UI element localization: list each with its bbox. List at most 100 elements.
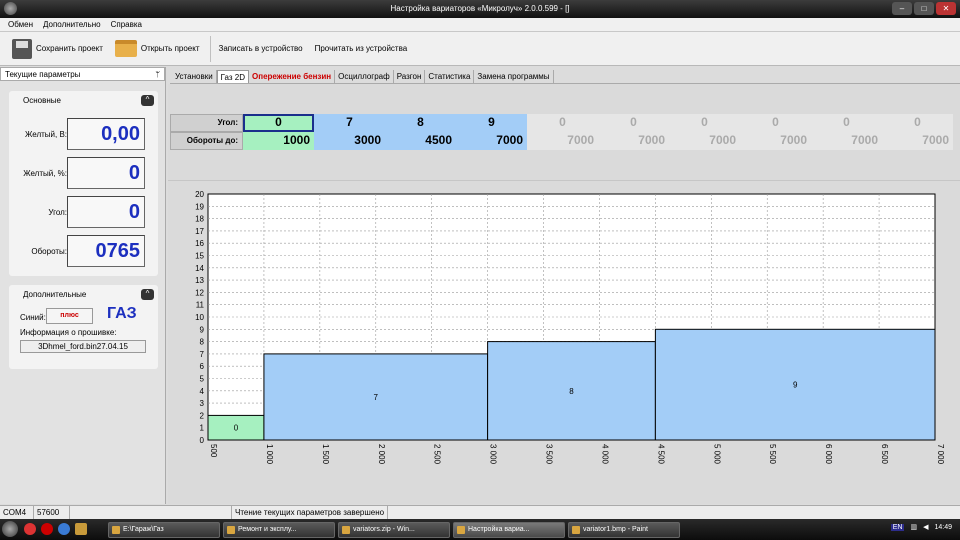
y-tick-label: 20 <box>195 190 204 199</box>
toolbar-divider <box>209 35 211 62</box>
toolbar: Сохранить проект Открыть проект Записать… <box>0 32 960 66</box>
collapse-extra-button[interactable]: ^ <box>141 288 154 300</box>
taskbar: E:\Гараж\Газ Ремонт и эксплу... variator… <box>0 519 960 540</box>
read-device-label: Прочитать из устройства <box>314 44 408 53</box>
tab-gas-2d[interactable]: Газ 2D <box>216 70 250 83</box>
rpm-cell[interactable]: 3000 <box>314 132 385 150</box>
tab-statistics[interactable]: Статистика <box>425 70 475 83</box>
y-tick-label: 9 <box>200 325 205 334</box>
x-tick-label: 2 000 <box>377 444 386 465</box>
tab-oscilloscope[interactable]: Осциллограф <box>335 70 394 83</box>
angle-cell[interactable]: 0 <box>527 114 598 132</box>
angle-cell[interactable]: 0 <box>882 114 953 132</box>
tab-replace-program[interactable]: Замена программы <box>474 70 554 83</box>
x-tick-label: 4 500 <box>656 444 665 465</box>
rpm-cell[interactable]: 7000 <box>527 132 598 150</box>
status-baud: 57600 <box>34 506 70 519</box>
firmware-field: 3Dhmel_ford.bin27.04.15 <box>20 340 146 353</box>
taskbar-item-browser[interactable]: Ремонт и эксплу... <box>223 522 335 538</box>
y-tick-label: 16 <box>195 239 204 248</box>
taskbar-item-explorer[interactable]: E:\Гараж\Газ <box>108 522 220 538</box>
rpm-cell[interactable]: 7000 <box>882 132 953 150</box>
x-tick-label: 6 500 <box>880 444 889 465</box>
taskbar-item-archive[interactable]: variators.zip - Win... <box>338 522 450 538</box>
menu-help[interactable]: Справка <box>111 20 142 29</box>
y-tick-label: 11 <box>196 301 205 310</box>
y-tick-label: 18 <box>195 215 204 224</box>
rpm-cell[interactable]: 4500 <box>385 132 456 150</box>
param-label: Обороты: <box>31 247 67 256</box>
menu-additional[interactable]: Дополнительно <box>43 20 101 29</box>
quick-launch <box>24 523 87 535</box>
param-value: 0 <box>67 157 145 189</box>
ie-icon[interactable] <box>58 523 70 535</box>
angle-cell[interactable]: 9 <box>456 114 527 132</box>
y-tick-label: 10 <box>195 313 204 322</box>
param-label: Желтый, В: <box>24 130 67 139</box>
bar-label: 8 <box>569 387 574 396</box>
y-tick-label: 19 <box>195 202 204 211</box>
y-tick-label: 1 <box>200 424 205 433</box>
title-bar: Настройка вариаторов «Микролуч» 2.0.0.59… <box>0 0 960 18</box>
taskbar-item-paint[interactable]: variator1.bmp - Paint <box>568 522 680 538</box>
param-label: Угол: <box>48 208 67 217</box>
save-project-button[interactable]: Сохранить проект <box>10 35 105 63</box>
minimize-button[interactable]: – <box>892 2 912 15</box>
network-icon[interactable]: ▥ <box>910 523 917 531</box>
y-tick-label: 0 <box>200 436 205 445</box>
open-project-label: Открыть проект <box>140 44 200 53</box>
angle-cell[interactable]: 0 <box>669 114 740 132</box>
tab-advance-petrol[interactable]: Опережение бензин <box>249 70 336 83</box>
y-tick-label: 3 <box>200 399 205 408</box>
menu-exchange[interactable]: Обмен <box>8 20 33 29</box>
rpm-cell[interactable]: 7000 <box>669 132 740 150</box>
taskbar-item-variators[interactable]: Настройка вариа... <box>453 522 565 538</box>
angle-cell[interactable]: 8 <box>385 114 456 132</box>
angle-cell[interactable]: 0 <box>811 114 882 132</box>
firmware-label: Информация о прошивке: <box>20 328 117 337</box>
collapse-main-button[interactable]: ^ <box>141 94 154 106</box>
x-tick-label: 3 000 <box>489 444 498 465</box>
extra-params-panel: Дополнительные ^ Синий: плюс ГАЗ Информа… <box>9 285 158 369</box>
rpm-cell[interactable]: 7000 <box>811 132 882 150</box>
param-angle: Угол: 0 <box>9 196 158 228</box>
language-indicator[interactable]: EN <box>890 523 905 531</box>
tab-acceleration[interactable]: Разгон <box>394 70 426 83</box>
start-button[interactable] <box>2 521 18 537</box>
param-label: Желтый, %: <box>23 169 67 178</box>
extra-params-title: Дополнительные <box>23 289 87 299</box>
sidebar: Текущие параметры ᛘ Основные ^ Желтый, В… <box>0 67 166 504</box>
opera-icon[interactable] <box>41 523 53 535</box>
explorer-icon[interactable] <box>75 523 87 535</box>
clock[interactable]: 14:49 <box>934 524 952 531</box>
rpm-cell[interactable]: 1000 <box>243 132 314 150</box>
tab-settings[interactable]: Установки <box>172 70 217 83</box>
angle-cell[interactable]: 7 <box>314 114 385 132</box>
x-tick-label: 5 500 <box>768 444 777 465</box>
angle-cell[interactable]: 0 <box>243 114 314 132</box>
x-tick-label: 5 000 <box>712 444 721 465</box>
y-tick-label: 7 <box>200 350 205 359</box>
x-tick-label: 7 000 <box>936 444 945 465</box>
y-tick-label: 8 <box>200 338 205 347</box>
rpm-cell[interactable]: 7000 <box>598 132 669 150</box>
open-project-button[interactable]: Открыть проект <box>113 35 202 63</box>
rpm-cell[interactable]: 7000 <box>456 132 527 150</box>
x-tick-label: 2 500 <box>433 444 442 465</box>
maximize-button[interactable]: □ <box>914 2 934 15</box>
blue-label: Синий: <box>20 313 46 322</box>
angle-chart: 01234567891011121314151617181920500 1 000… <box>195 190 945 465</box>
read-device-button[interactable]: Прочитать из устройства <box>313 35 410 63</box>
chrome-icon[interactable] <box>24 523 36 535</box>
x-tick-label: 4 000 <box>600 444 609 465</box>
param-value: 0765 <box>67 235 145 267</box>
rpm-cell[interactable]: 7000 <box>740 132 811 150</box>
volume-icon[interactable]: ◀ <box>923 523 928 531</box>
write-device-button[interactable]: Записать в устройство <box>217 35 305 63</box>
angle-cell[interactable]: 0 <box>598 114 669 132</box>
close-button[interactable]: ✕ <box>936 2 956 15</box>
angle-cell[interactable]: 0 <box>740 114 811 132</box>
pin-icon[interactable]: ᛘ <box>155 70 160 79</box>
param-yellow-percent: Желтый, %: 0 <box>9 157 158 189</box>
app-logo-icon[interactable] <box>4 2 17 15</box>
